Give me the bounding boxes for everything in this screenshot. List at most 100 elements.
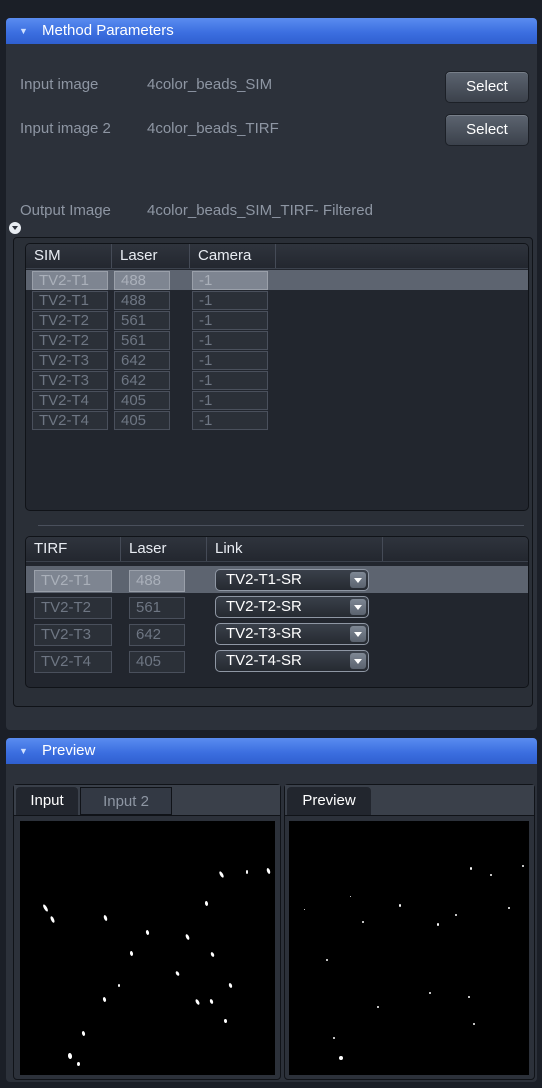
- table-row[interactable]: TV2-T3 642 -1: [26, 350, 528, 370]
- tirf-name-cell[interactable]: TV2-T3: [34, 624, 112, 646]
- table-row[interactable]: TV2-T2 561 TV2-T2-SR: [26, 593, 528, 620]
- tirf-table-header: TIRF Laser Link: [26, 537, 528, 562]
- preview-header[interactable]: ▼ Preview: [6, 738, 537, 764]
- bead-spot: [223, 1018, 228, 1024]
- table-row[interactable]: TV2-T2 561 -1: [26, 330, 528, 350]
- tab-input[interactable]: Input: [16, 787, 78, 815]
- sim-name-cell[interactable]: TV2-T3: [32, 371, 108, 390]
- laser-column-header[interactable]: Laser: [121, 537, 207, 561]
- laser-cell[interactable]: 488: [114, 291, 170, 310]
- divider: [38, 525, 524, 526]
- sim-table-header: SIM Laser Camera: [26, 244, 528, 269]
- table-row[interactable]: TV2-T3 642 TV2-T3-SR: [26, 620, 528, 647]
- table-row[interactable]: TV2-T1 488 -1: [26, 270, 528, 290]
- sim-name-cell[interactable]: TV2-T2: [32, 311, 108, 330]
- table-row[interactable]: TV2-T2 561 -1: [26, 310, 528, 330]
- tirf-table: TIRF Laser Link TV2-T1 488 TV2-T1-SR TV2-T2…: [25, 536, 529, 688]
- link-column-header[interactable]: Link: [207, 537, 383, 561]
- laser-cell[interactable]: 642: [114, 351, 170, 370]
- bead-spot: [266, 867, 271, 875]
- tirf-column-header[interactable]: TIRF: [26, 537, 121, 561]
- preview-panel: Input Input 2 Preview: [6, 764, 537, 1082]
- bead-spot: [522, 865, 524, 867]
- input-image-2-value: 4color_beads_TIRF: [147, 120, 279, 137]
- bead-spot: [455, 914, 457, 916]
- camera-cell[interactable]: -1: [192, 291, 268, 310]
- camera-column-header[interactable]: Camera: [190, 244, 276, 268]
- camera-cell[interactable]: -1: [192, 411, 268, 430]
- sim-name-cell[interactable]: TV2-T1: [32, 271, 108, 290]
- camera-cell[interactable]: -1: [192, 331, 268, 350]
- collapse-chevron-icon: ▼: [19, 26, 28, 36]
- bead-spot: [174, 970, 181, 977]
- laser-mapping-group: SIM Laser Camera TV2-T1 488 -1 TV2-T1 488 -1 T…: [13, 237, 533, 707]
- tab-input-2[interactable]: Input 2: [80, 787, 172, 815]
- chevron-down-icon[interactable]: [350, 572, 366, 588]
- bead-spot: [468, 996, 470, 998]
- input-image-label: Input image: [20, 76, 99, 93]
- select-input-2-button[interactable]: Select: [445, 114, 529, 146]
- camera-cell[interactable]: -1: [192, 351, 268, 370]
- input-image-view[interactable]: [20, 821, 275, 1075]
- bead-spot: [304, 909, 305, 910]
- bead-spot: [339, 1056, 343, 1060]
- bead-spot: [246, 870, 248, 874]
- bead-spot: [81, 1030, 86, 1037]
- laser-cell[interactable]: 405: [114, 391, 170, 410]
- laser-cell[interactable]: 405: [129, 651, 185, 673]
- collapse-chevron-icon: ▼: [19, 746, 28, 756]
- section-title: Method Parameters: [42, 22, 174, 39]
- chevron-down-icon[interactable]: [350, 653, 366, 669]
- laser-cell[interactable]: 405: [114, 411, 170, 430]
- laser-cell[interactable]: 561: [114, 311, 170, 330]
- laser-cell[interactable]: 561: [129, 597, 185, 619]
- tirf-name-cell[interactable]: TV2-T4: [34, 651, 112, 673]
- table-row[interactable]: TV2-T4 405 -1: [26, 410, 528, 430]
- tirf-name-cell[interactable]: TV2-T2: [34, 597, 112, 619]
- camera-cell[interactable]: -1: [192, 311, 268, 330]
- sim-name-cell[interactable]: TV2-T4: [32, 391, 108, 410]
- link-dropdown-value: TV2-T1-SR: [226, 571, 302, 588]
- bead-spot: [209, 998, 214, 1005]
- bead-spot: [429, 992, 431, 994]
- laser-column-header[interactable]: Laser: [112, 244, 190, 268]
- sim-name-cell[interactable]: TV2-T1: [32, 291, 108, 310]
- method-parameters-header[interactable]: ▼ Method Parameters: [6, 18, 537, 44]
- laser-cell[interactable]: 642: [114, 371, 170, 390]
- camera-cell[interactable]: -1: [192, 391, 268, 410]
- laser-cell[interactable]: 488: [114, 271, 170, 290]
- laser-cell[interactable]: 561: [114, 331, 170, 350]
- table-row[interactable]: TV2-T1 488 -1: [26, 290, 528, 310]
- link-dropdown-value: TV2-T2-SR: [226, 598, 302, 615]
- laser-cell[interactable]: 488: [129, 570, 185, 592]
- bead-spot: [184, 933, 191, 941]
- tab-preview[interactable]: Preview: [287, 787, 371, 815]
- link-dropdown[interactable]: TV2-T2-SR: [215, 596, 369, 618]
- table-row[interactable]: TV2-T4 405 -1: [26, 390, 528, 410]
- bead-spot: [377, 1006, 379, 1008]
- preview-image-view[interactable]: [289, 821, 529, 1075]
- bead-spot: [145, 929, 150, 936]
- table-row[interactable]: TV2-T3 642 -1: [26, 370, 528, 390]
- table-row[interactable]: TV2-T1 488 TV2-T1-SR: [26, 566, 528, 593]
- camera-cell[interactable]: -1: [192, 271, 268, 290]
- bead-spot: [350, 896, 351, 897]
- camera-cell[interactable]: -1: [192, 371, 268, 390]
- link-dropdown[interactable]: TV2-T4-SR: [215, 650, 369, 672]
- bead-spot: [437, 923, 439, 926]
- sim-name-cell[interactable]: TV2-T2: [32, 331, 108, 350]
- bead-spot: [473, 1023, 475, 1025]
- sim-name-cell[interactable]: TV2-T4: [32, 411, 108, 430]
- table-row[interactable]: TV2-T4 405 TV2-T4-SR: [26, 647, 528, 674]
- expand-toggle-icon[interactable]: [9, 222, 21, 234]
- sim-name-cell[interactable]: TV2-T3: [32, 351, 108, 370]
- chevron-down-icon[interactable]: [350, 626, 366, 642]
- tirf-name-cell[interactable]: TV2-T1: [34, 570, 112, 592]
- select-input-button[interactable]: Select: [445, 71, 529, 103]
- bead-spot: [333, 1037, 335, 1039]
- link-dropdown[interactable]: TV2-T1-SR: [215, 569, 369, 591]
- sim-column-header[interactable]: SIM: [26, 244, 112, 268]
- link-dropdown[interactable]: TV2-T3-SR: [215, 623, 369, 645]
- chevron-down-icon[interactable]: [350, 599, 366, 615]
- laser-cell[interactable]: 642: [129, 624, 185, 646]
